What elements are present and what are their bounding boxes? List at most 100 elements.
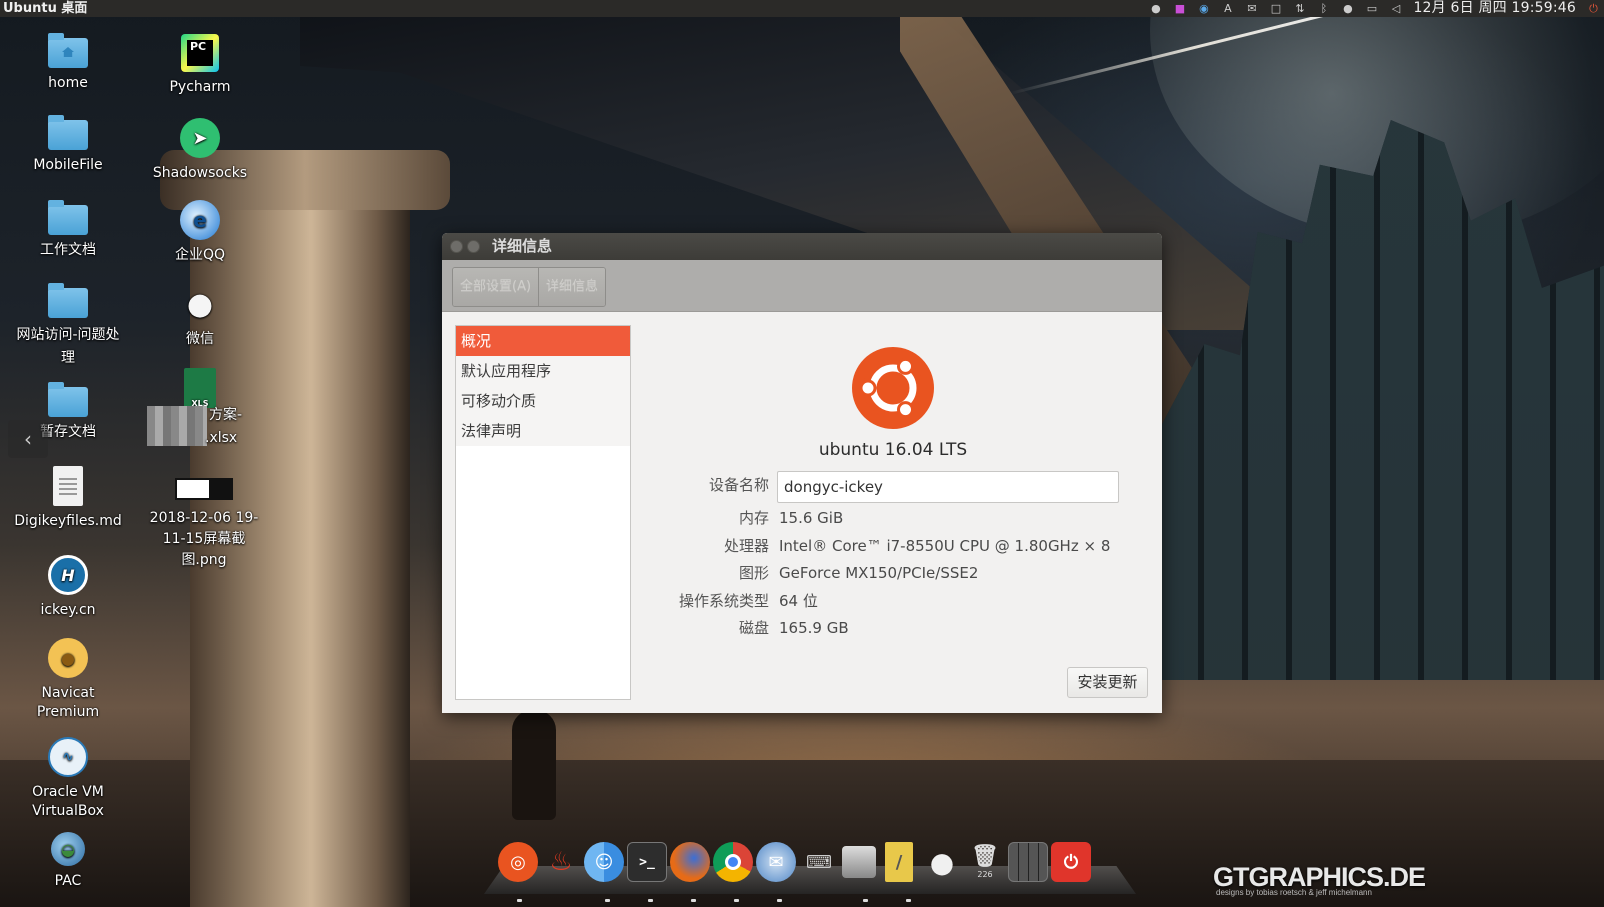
desktop-icon-ickey[interactable]: H ickey.cn [4, 555, 132, 620]
window-close-button[interactable] [450, 240, 463, 253]
window-toolbar: 全部设置(A) 详细信息 [442, 260, 1162, 312]
workspace-icon[interactable] [1008, 842, 1048, 882]
dock-running-indicator [517, 899, 522, 902]
power-icon[interactable]: ⏻ [1051, 842, 1091, 882]
info-row-os-type: 操作系统类型 64 位 [637, 589, 1077, 613]
trash-count: 226 [977, 870, 993, 879]
desktop-icon-label: PAC [54, 873, 82, 889]
input-method-icon[interactable]: A [1221, 2, 1234, 15]
desktop-icon-shadowsocks[interactable]: ➤ Shadowsocks [136, 118, 264, 183]
desktop-icon-virtualbox[interactable]: ∿ Oracle VM VirtualBox [4, 737, 132, 821]
wechat-icon: ● [186, 286, 214, 322]
window-titlebar[interactable]: 详细信息 [442, 233, 1162, 260]
sidebar-item-removable-media[interactable]: 可移动介质 [456, 386, 630, 416]
desktop-icon-pac[interactable]: ◒ PAC [4, 832, 132, 891]
desktop-icon-navicat[interactable]: ● Navicat Premium [4, 638, 132, 722]
xlsx-file-icon: XLS [184, 368, 216, 408]
processor-value: Intel® Core™ i7-8550U CPU @ 1.80GHz × 8 [779, 537, 1111, 555]
details-sidebar: 概况 默认应用程序 可移动介质 法律声明 [455, 325, 631, 700]
window-content: 概况 默认应用程序 可移动介质 法律声明 ubuntu 16.04 LTS 设备… [442, 312, 1162, 713]
desktop-icon-xlsx-file[interactable]: XLS 方案- .xlsx [136, 368, 264, 446]
transfer-icon[interactable]: ⇅ [1293, 2, 1306, 15]
os-type-value: 64 位 [779, 592, 818, 610]
desktop-icon-label: 网站访问-问题处理 [16, 327, 120, 366]
folder-icon [48, 200, 88, 235]
scanner-icon[interactable] [842, 846, 876, 878]
desktop-icon-label: Pycharm [169, 79, 231, 95]
dock-running-indicator [605, 899, 610, 902]
desktop-icon-site-issues[interactable]: 网站访问-问题处理 [4, 283, 132, 370]
pac-globe-icon: ◒ [51, 832, 85, 866]
ubuntu-logo-icon [852, 347, 934, 429]
wechat-tray-icon[interactable]: ✉ [1245, 2, 1258, 15]
sidebar-item-overview[interactable]: 概况 [456, 326, 630, 356]
disk-value: 165.9 GB [779, 619, 849, 637]
app-indicator-icon[interactable]: ■ [1173, 2, 1186, 15]
pycharm-icon: PC [181, 34, 219, 72]
desktop-icon-label: 暂存文档 [40, 424, 96, 440]
desktop-icon-screenshot-png[interactable]: 2018-12-06 19-11-15屏幕截图.png [140, 478, 268, 571]
desktop-icon-digikeyfiles[interactable]: Digikeyfiles.md [4, 466, 132, 531]
network-icon[interactable]: ⌨ [799, 842, 839, 882]
window-minimize-button[interactable] [467, 240, 480, 253]
network-cloud-icon[interactable]: ● [1149, 2, 1162, 15]
folder-icon [48, 382, 88, 417]
desktop-icon-label: home [48, 75, 88, 91]
text-editor-icon[interactable]: / [885, 842, 913, 882]
battery-icon[interactable]: ▭ [1365, 2, 1378, 15]
desktop-icon-mobilefile[interactable]: MobileFile [4, 115, 132, 175]
dock-running-indicator [863, 899, 868, 902]
clock[interactable]: 12月 6日 周四 19:59:46 [1413, 0, 1576, 17]
virtualbox-icon: ∿ [48, 737, 88, 777]
launcher-reveal-tab[interactable]: ‹ [8, 420, 48, 458]
flame-app-icon[interactable]: ♨ [541, 842, 581, 882]
volume-icon[interactable]: ◁ [1389, 2, 1402, 15]
desktop-icon-label: Navicat Premium [36, 685, 100, 720]
document-icon [53, 466, 83, 506]
dock-running-indicator [777, 899, 782, 902]
png-thumbnail-icon [175, 478, 233, 500]
device-name-field[interactable] [777, 471, 1119, 503]
window-icon[interactable]: □ [1269, 2, 1282, 15]
folder-icon [48, 283, 88, 318]
graphics-label: 图形 [738, 564, 769, 582]
sidebar-item-legal-notice[interactable]: 法律声明 [456, 416, 630, 446]
info-row-processor: 处理器 Intel® Core™ i7-8550U CPU @ 1.80GHz … [637, 534, 1110, 558]
trash-icon[interactable]: 🗑 226 [965, 842, 1005, 882]
memory-label: 内存 [738, 509, 769, 527]
desktop-icon-pycharm[interactable]: PC Pycharm [136, 34, 264, 97]
desktop-icon-work-docs[interactable]: 工作文档 [4, 200, 132, 260]
device-name-label: 设备名称 [708, 476, 769, 494]
home-folder-icon [48, 33, 88, 68]
install-updates-button[interactable]: 安装更新 [1067, 667, 1148, 698]
desktop-icon-home[interactable]: home [4, 33, 132, 93]
terminal-icon[interactable]: >_ [627, 842, 667, 882]
chat-icon[interactable]: ● [1341, 2, 1354, 15]
power-menu-icon[interactable]: ⏻ [1587, 2, 1600, 15]
dock-running-indicator [734, 899, 739, 902]
wechat-icon[interactable]: ● [922, 842, 962, 882]
thunderbird-icon[interactable]: ✉ [756, 842, 796, 882]
finder-icon[interactable]: ☺ [584, 842, 624, 882]
sidebar-item-default-apps[interactable]: 默认应用程序 [456, 356, 630, 386]
all-settings-button[interactable]: 全部设置(A) [453, 268, 539, 306]
desktop-icon-label: Shadowsocks [152, 165, 248, 181]
os-type-label: 操作系统类型 [678, 592, 769, 610]
desktop-icon-label: ickey.cn [40, 602, 96, 618]
breadcrumb: 全部设置(A) 详细信息 [452, 267, 607, 307]
wallpaper-watermark-credit: designs by tobias roetsch & jeff michelm… [1216, 888, 1372, 897]
sync-icon[interactable]: ◉ [1197, 2, 1210, 15]
desktop-icon-enterprise-qq[interactable]: e 企业QQ [136, 200, 264, 265]
details-breadcrumb-button[interactable]: 详细信息 [538, 268, 606, 306]
firefox-icon[interactable] [670, 842, 710, 882]
desktop-icon-wechat[interactable]: ● 微信 [136, 284, 264, 349]
bluetooth-icon[interactable]: ᛒ [1317, 2, 1330, 15]
os-version: ubuntu 16.04 LTS [818, 440, 968, 460]
chrome-icon[interactable] [713, 842, 753, 882]
wallpaper-figure [512, 710, 556, 820]
enterprise-qq-icon: e [180, 200, 220, 240]
ickey-icon: H [48, 555, 88, 595]
ubuntu-logo-icon[interactable]: ◎ [498, 842, 538, 882]
details-window: 详细信息 全部设置(A) 详细信息 概况 默认应用程序 可移动介质 法律声明 u… [442, 233, 1162, 713]
processor-label: 处理器 [723, 537, 769, 555]
